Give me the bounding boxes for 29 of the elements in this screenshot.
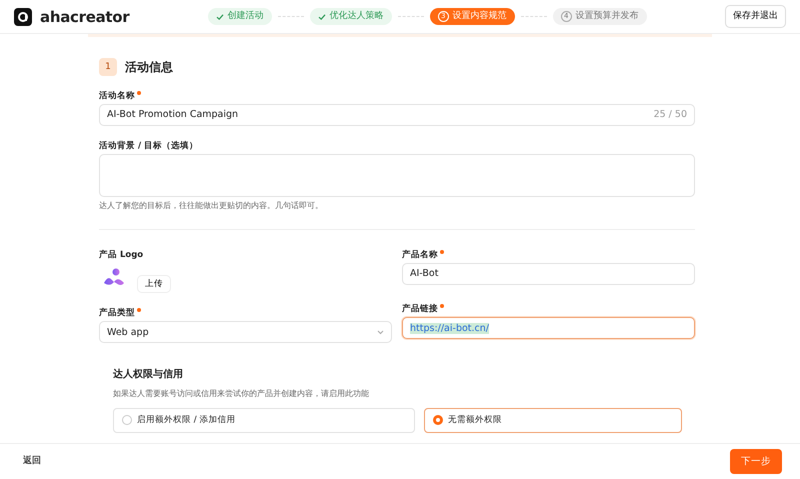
field-label: 产品链接	[402, 304, 695, 314]
char-counter: 25 / 50	[654, 109, 687, 121]
field-label: 活动名称	[99, 91, 695, 102]
save-exit-button[interactable]: 保存并退出	[724, 5, 786, 28]
upload-button[interactable]: 上传	[137, 274, 171, 294]
subsection-title: 达人权限与信用	[113, 369, 184, 382]
textarea-field[interactable]	[99, 154, 695, 198]
field-label: 产品类型	[99, 308, 392, 318]
logo-text: ahacreator	[40, 8, 130, 26]
select-field[interactable]: Web app	[99, 321, 392, 344]
field-label: 产品名称	[402, 250, 695, 260]
field-label: 活动背景 / 目标（选填）	[99, 141, 200, 152]
text-field[interactable]: AI-Bot	[402, 263, 695, 286]
chevron-down-icon	[377, 330, 384, 335]
url-field[interactable]: https://ai-bot.cn/	[402, 317, 695, 340]
radio-button[interactable]	[122, 415, 132, 426]
section-title: 活动信息	[125, 60, 173, 74]
section-number: 1	[99, 58, 117, 76]
back-link[interactable]: 返回	[23, 456, 41, 467]
field-label: 产品 Logo	[99, 250, 144, 260]
radio-option[interactable]: 启用额外权限 / 添加信用	[113, 408, 416, 433]
logo-icon	[14, 8, 32, 26]
radio-button[interactable]	[433, 415, 444, 426]
check-icon	[318, 12, 326, 20]
hint-text: 达人了解您的目标后，往往能做出更贴切的内容。几句话即可。	[99, 201, 324, 211]
radio-option[interactable]: 无需额外权限	[424, 408, 682, 433]
check-icon	[216, 12, 224, 20]
description-text: 如果达人需要账号访问或信用来尝试你的产品并创建内容，请启用此功能	[113, 389, 370, 399]
text-field[interactable]: AI-Bot Promotion Campaign 25 / 50	[99, 104, 695, 126]
